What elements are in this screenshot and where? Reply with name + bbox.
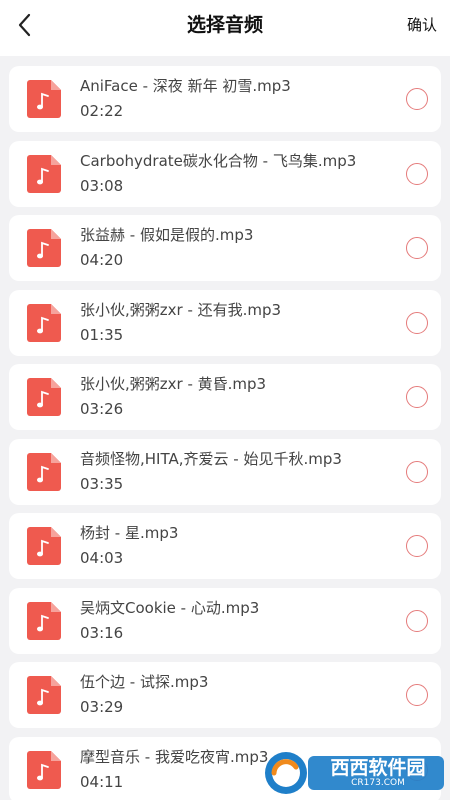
select-radio[interactable] <box>406 88 428 110</box>
select-radio[interactable] <box>406 162 428 185</box>
audio-file-item[interactable]: Carbohydrate碳水化合物 - 飞鸟集.mp3 03:08 <box>9 140 441 207</box>
file-duration: 03:35 <box>80 474 124 493</box>
top-bar: 选择音频 确认 <box>0 0 450 56</box>
music-file-icon <box>27 229 61 267</box>
audio-file-item[interactable]: 张小伙,粥粥zxr - 黄昏.mp3 03:26 <box>9 364 441 430</box>
file-duration: 04:20 <box>80 251 124 269</box>
audio-file-item[interactable]: 伍个边 - 试探.mp3 03:29 <box>9 662 441 728</box>
audio-file-item[interactable]: 音频怪物,HITA,齐爱云 - 始见千秋.mp3 03:35 <box>9 438 441 505</box>
file-name: AniFace - 深夜 新年 初雪.mp3 <box>80 77 291 95</box>
music-file-icon <box>27 676 61 714</box>
music-file-icon <box>27 527 61 565</box>
music-file-icon <box>27 80 61 118</box>
audio-file-item[interactable]: 张小伙,粥粥zxr - 还有我.mp3 01:35 <box>9 289 441 356</box>
file-duration: 03:29 <box>80 698 124 716</box>
select-radio[interactable] <box>406 386 428 408</box>
audio-file-item[interactable]: 张益赫 - 假如是假的.mp3 04:20 <box>9 215 441 281</box>
music-file-icon <box>27 452 61 491</box>
file-duration: 02:22 <box>80 102 124 120</box>
file-duration: 04:11 <box>80 772 124 791</box>
audio-file-item[interactable]: AniFace - 深夜 新年 初雪.mp3 02:22 <box>9 66 441 132</box>
watermark-domain: CR173.COM <box>351 778 405 788</box>
audio-file-item[interactable]: 杨封 - 星.mp3 04:03 <box>9 513 441 579</box>
confirm-button[interactable]: 确认 <box>407 14 437 36</box>
file-duration: 01:35 <box>80 325 124 344</box>
music-file-icon <box>27 750 61 789</box>
select-radio[interactable] <box>406 460 428 483</box>
file-name: 伍个边 - 试探.mp3 <box>80 673 209 691</box>
file-name: 张小伙,粥粥zxr - 还有我.mp3 <box>80 300 282 319</box>
music-file-icon <box>27 601 61 640</box>
file-name: 杨封 - 星.mp3 <box>80 524 179 542</box>
select-radio[interactable] <box>406 684 428 706</box>
select-radio[interactable] <box>406 535 428 557</box>
audio-file-item[interactable]: 吴炳文Cookie - 心动.mp3 03:16 <box>9 587 441 654</box>
music-file-icon <box>27 303 61 342</box>
audio-file-list: AniFace - 深夜 新年 初雪.mp3 02:22 Carbohydrat… <box>9 66 441 800</box>
file-duration: 03:26 <box>80 400 124 418</box>
file-duration: 03:08 <box>80 176 124 195</box>
file-duration: 03:16 <box>80 623 124 642</box>
file-name: 音频怪物,HITA,齐爱云 - 始见千秋.mp3 <box>80 449 342 468</box>
file-duration: 04:03 <box>80 549 124 567</box>
music-file-icon <box>27 154 61 193</box>
select-radio[interactable] <box>406 609 428 632</box>
page-title: 选择音频 <box>186 14 263 36</box>
music-file-icon <box>27 378 61 416</box>
watermark-logo: 西西软件园 CR173.COM <box>262 748 448 798</box>
file-name: Carbohydrate碳水化合物 - 飞鸟集.mp3 <box>80 151 357 170</box>
select-radio[interactable] <box>406 311 428 334</box>
file-name: 张小伙,粥粥zxr - 黄昏.mp3 <box>80 375 267 393</box>
select-radio[interactable] <box>406 237 428 259</box>
file-name: 张益赫 - 假如是假的.mp3 <box>80 226 254 244</box>
watermark-brand: 西西软件园 <box>330 757 426 779</box>
file-name: 吴炳文Cookie - 心动.mp3 <box>80 598 260 617</box>
